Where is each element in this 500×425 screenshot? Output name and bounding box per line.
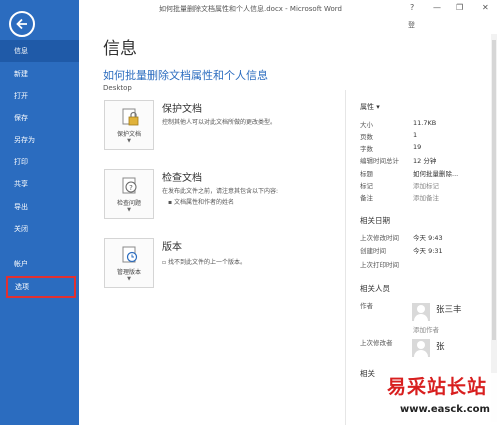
protect-document-button[interactable]: 保护文档 ▼	[104, 100, 154, 150]
manage-versions-label: 管理版本	[116, 269, 141, 276]
sign-in-link[interactable]: 登	[408, 20, 415, 30]
nav-item-new[interactable]: 新建	[0, 63, 79, 85]
watermark-url: www.easck.com	[400, 404, 490, 415]
prop-tags-value[interactable]: 添加标记	[413, 180, 439, 190]
last-modified-by-key: 上次修改者	[360, 339, 393, 347]
chevron-down-icon: ▼	[127, 138, 131, 144]
related-documents-header: 相关	[360, 369, 375, 378]
chevron-down-icon: ▼	[127, 276, 131, 282]
date-created-value: 今天 9:31	[413, 247, 443, 255]
svg-text:?: ?	[129, 184, 133, 192]
add-author-link[interactable]: 添加作者	[413, 324, 439, 334]
back-button[interactable]	[9, 11, 35, 37]
protect-section-desc: 控制其他人可以对此文档所做的更改类型。	[162, 119, 277, 126]
title-bar: 如何批量删除文档属性和个人信息.docx - Microsoft Word ? …	[79, 0, 500, 20]
backstage-sidebar: 信息 新建 打开 保存 另存为 打印 共享 导出 关闭 帐户 选项	[0, 0, 79, 425]
prop-comments-key: 备注	[360, 194, 373, 202]
related-dates-header: 相关日期	[360, 216, 390, 225]
date-created-key: 创建时间	[360, 247, 386, 255]
nav-item-save[interactable]: 保存	[0, 107, 79, 129]
nav-item-print[interactable]: 打印	[0, 151, 79, 173]
versions-section-title: 版本	[162, 242, 182, 253]
protect-document-label: 保护文档	[116, 131, 141, 138]
prop-size-key: 大小	[360, 121, 373, 129]
date-modified-key: 上次修改时间	[360, 234, 399, 242]
protect-section-title: 保护文档	[162, 104, 202, 115]
date-printed-key: 上次打印时间	[360, 261, 399, 269]
author-name[interactable]: 张三丰	[436, 303, 462, 315]
watermark-logo-text: 易采站长站	[387, 376, 488, 398]
document-title: 如何批量删除文档属性和个人信息	[103, 69, 268, 82]
nav-item-info[interactable]: 信息	[0, 40, 79, 62]
modifier-name[interactable]: 张	[436, 340, 445, 352]
inspect-bullet-text: 文档属性和作者的姓名	[173, 199, 234, 206]
prop-pages-key: 页数	[360, 133, 373, 141]
lock-document-icon	[122, 108, 139, 126]
prop-edit-time-value: 12 分钟	[413, 157, 437, 165]
prop-title-key: 标题	[360, 170, 373, 178]
prop-words-key: 字数	[360, 145, 373, 153]
nav-item-share[interactable]: 共享	[0, 173, 79, 195]
help-button[interactable]: ?	[410, 3, 414, 12]
prop-comments-value[interactable]: 添加备注	[413, 192, 439, 202]
document-path[interactable]: Desktop	[103, 84, 132, 92]
close-button[interactable]: ✕	[482, 3, 489, 12]
page-title: 信息	[103, 39, 137, 59]
prop-title-value[interactable]: 如何批量删除...	[413, 168, 458, 178]
properties-dropdown[interactable]: 属性 ▾	[360, 102, 380, 112]
prop-size-value: 11.7KB	[413, 119, 437, 127]
window-title: 如何批量删除文档属性和个人信息.docx - Microsoft Word	[159, 5, 342, 13]
versions-desc-text: 找不到此文件的上一个版本。	[167, 259, 246, 266]
nav-item-account[interactable]: 帐户	[0, 253, 79, 275]
minimize-button[interactable]: —	[433, 3, 441, 12]
inspect-document-icon: ?	[122, 177, 137, 194]
scrollbar-thumb[interactable]	[492, 40, 496, 340]
restore-button[interactable]: ❐	[456, 3, 463, 12]
check-issues-label: 检查问题	[116, 200, 141, 207]
inspect-section-title: 检查文档	[162, 173, 202, 184]
inspect-section-desc: 在发布此文件之前，请注意其包含以下内容:	[162, 188, 279, 195]
nav-item-close[interactable]: 关闭	[0, 218, 79, 240]
column-divider	[345, 90, 346, 425]
nav-item-save-as[interactable]: 另存为	[0, 129, 79, 151]
versions-section-desc: ▫ 找不到此文件的上一个版本。	[162, 257, 246, 266]
author-avatar	[412, 303, 430, 321]
related-people-header: 相关人员	[360, 284, 390, 293]
modifier-avatar	[412, 339, 430, 357]
nav-item-options[interactable]: 选项	[6, 276, 76, 298]
nav-item-export[interactable]: 导出	[0, 196, 79, 218]
inspect-bullet: ▪ 文档属性和作者的姓名	[168, 197, 234, 206]
prop-edit-time-key: 编辑时间总计	[360, 157, 399, 165]
chevron-down-icon: ▼	[127, 207, 131, 213]
author-key: 作者	[360, 302, 373, 310]
prop-pages-value: 1	[413, 131, 418, 139]
versions-document-icon	[122, 246, 138, 263]
back-arrow-icon	[16, 18, 27, 30]
prop-tags-key: 标记	[360, 182, 373, 190]
prop-words-value: 19	[413, 143, 422, 151]
date-modified-value: 今天 9:43	[413, 234, 443, 242]
nav-item-open[interactable]: 打开	[0, 85, 79, 107]
check-issues-button[interactable]: ? 检查问题 ▼	[104, 169, 154, 219]
manage-versions-button[interactable]: 管理版本 ▼	[104, 238, 154, 288]
